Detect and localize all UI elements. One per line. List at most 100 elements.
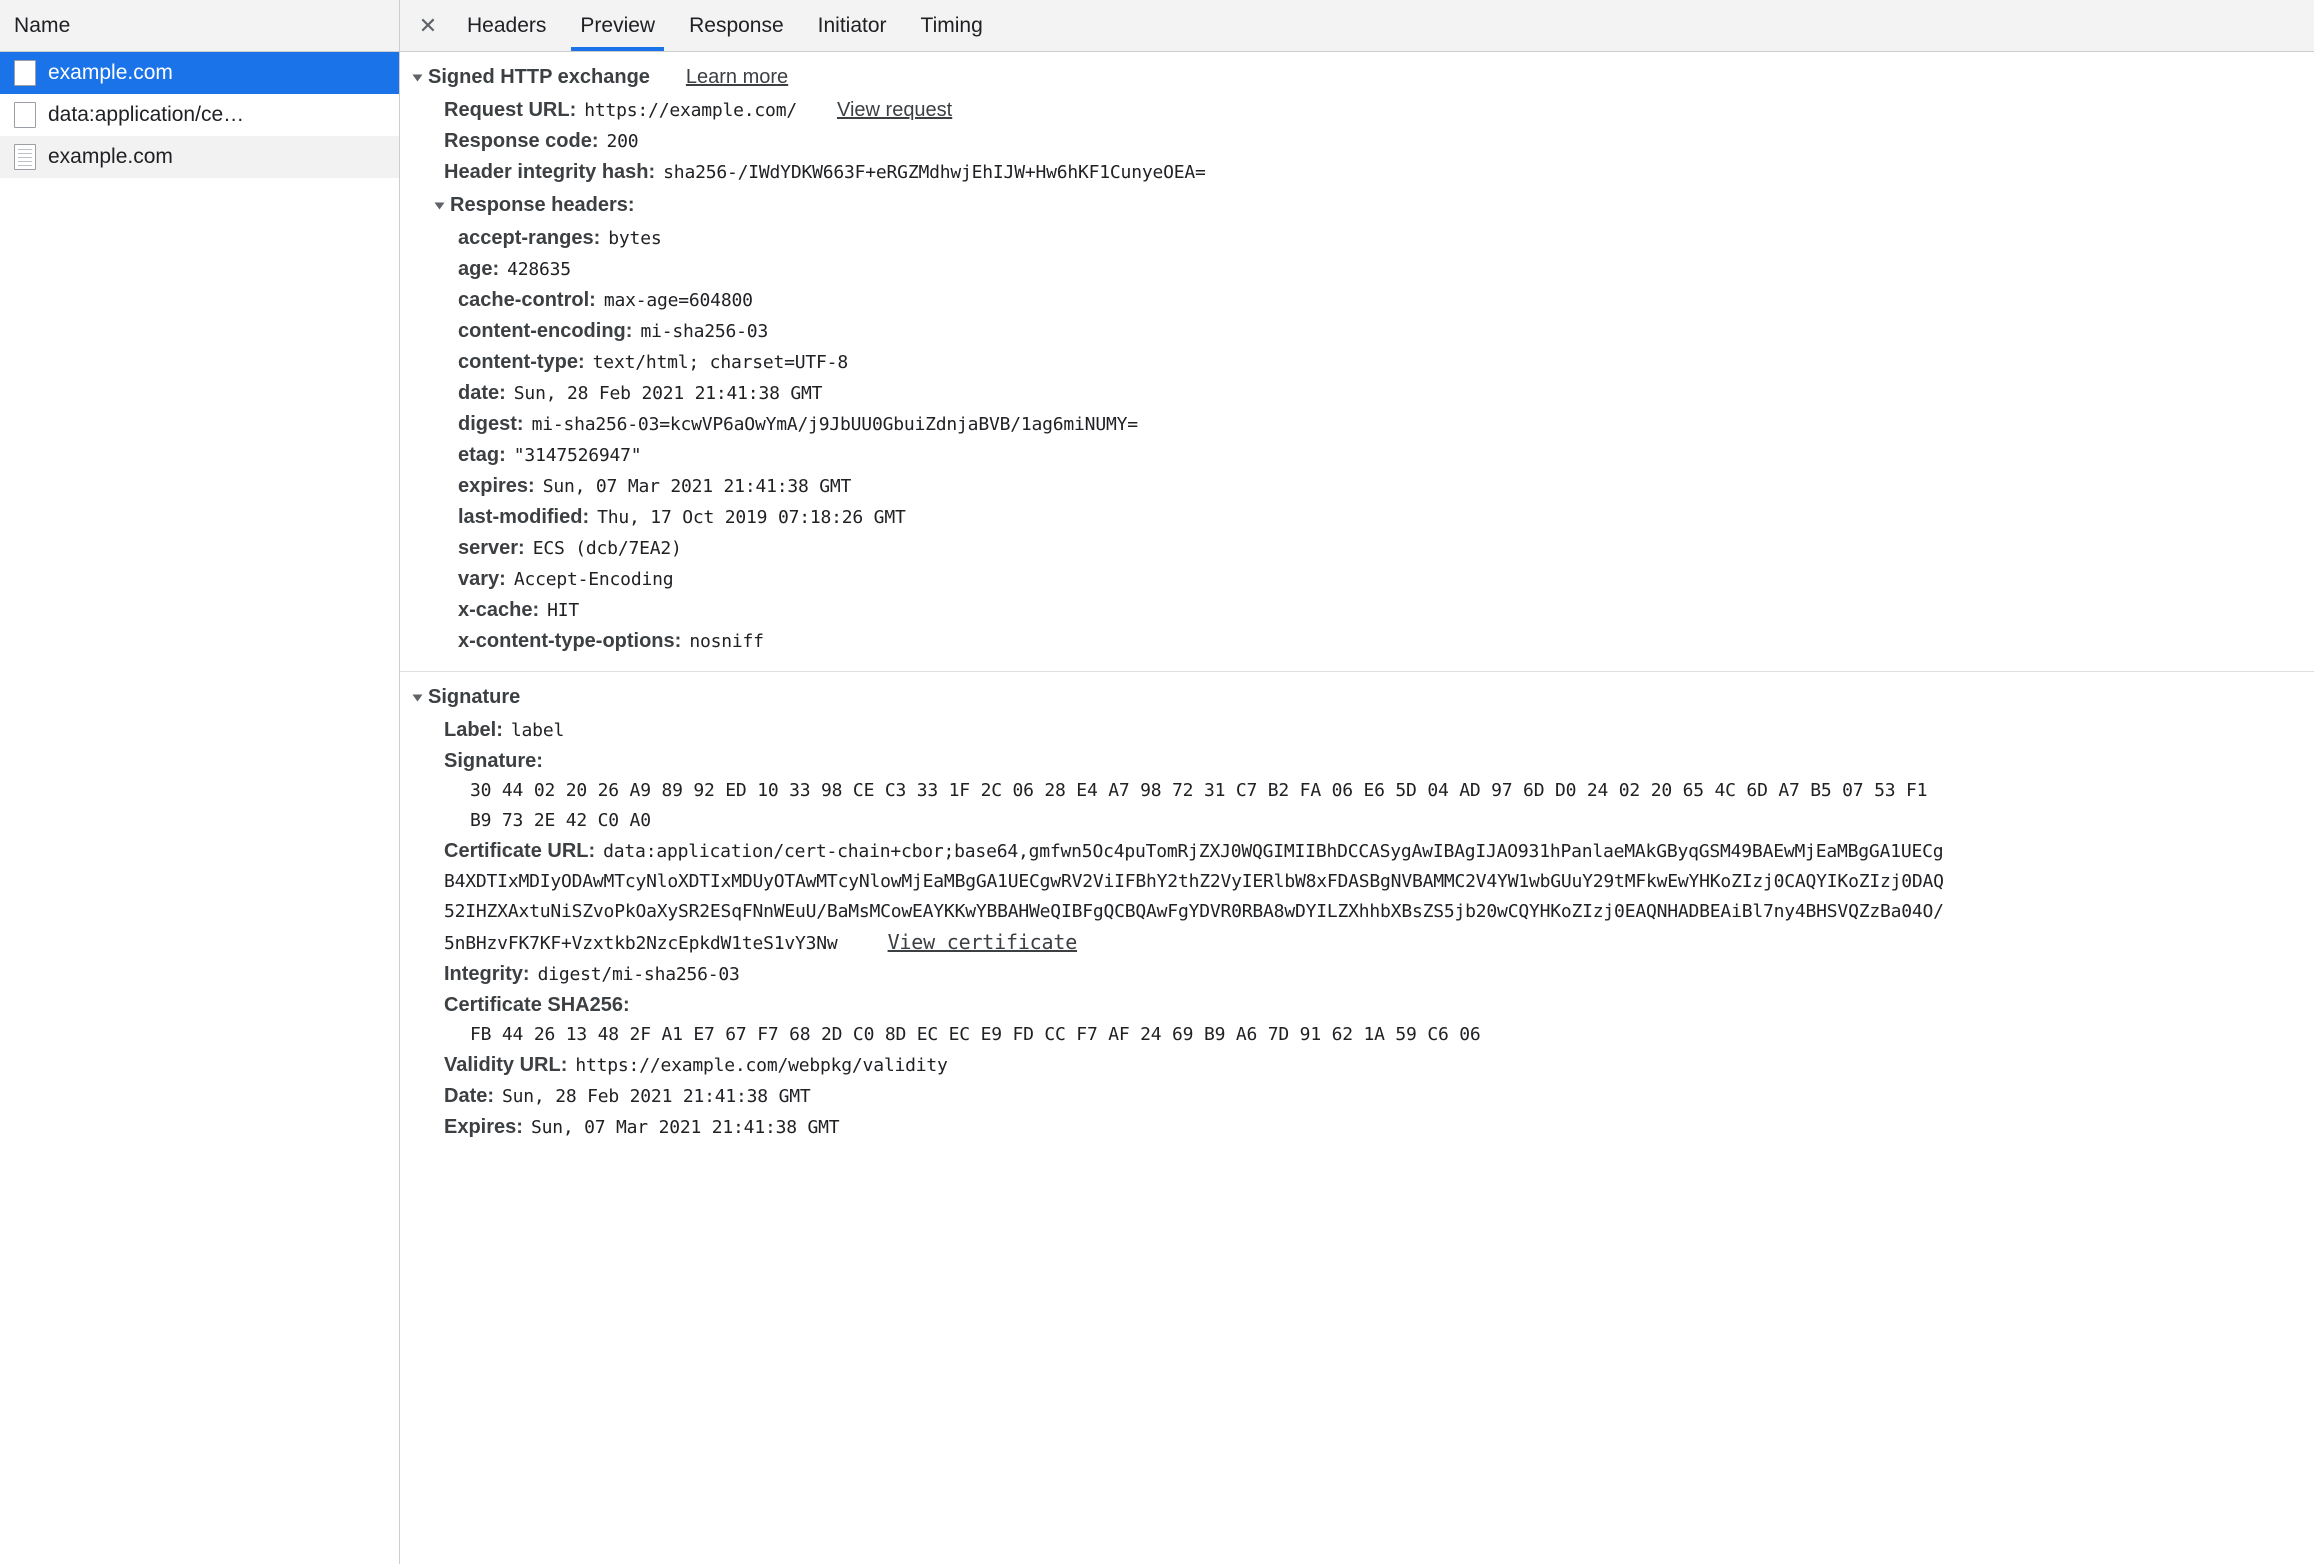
request-url-row: Request URL: https://example.com/ View r… bbox=[400, 95, 2314, 126]
header-name: x-content-type-options: bbox=[458, 630, 682, 652]
header-name: x-cache: bbox=[458, 599, 540, 621]
header-value: max-age=604800 bbox=[603, 290, 753, 311]
blank-document-icon bbox=[14, 102, 36, 128]
certificate-url-cont: 5nBHzvFK7KF+Vzxtkb2NzcEpkdW1teS1vY3Nw bbox=[444, 933, 838, 954]
header-row: content-encoding: mi-sha256-03 bbox=[400, 316, 2314, 347]
date-key: Date: bbox=[444, 1085, 495, 1107]
text-document-icon bbox=[14, 144, 36, 170]
header-integrity-key: Header integrity hash: bbox=[444, 161, 656, 183]
chevron-down-icon[interactable] bbox=[412, 694, 423, 701]
certificate-url-cont: 52IHZXAxtuNiSZvoPkOaXySR2ESqFNnWEuU/BaMs… bbox=[444, 901, 1944, 922]
header-row: cache-control: max-age=604800 bbox=[400, 285, 2314, 316]
response-code-key: Response code: bbox=[444, 130, 599, 152]
list-item-label: data:application/ce… bbox=[48, 103, 245, 126]
signature-header[interactable]: Signature bbox=[400, 672, 2314, 715]
header-name: content-encoding: bbox=[458, 320, 633, 342]
chevron-down-icon[interactable] bbox=[434, 202, 445, 209]
tab-initiator[interactable]: Initiator bbox=[801, 0, 904, 51]
close-icon[interactable]: ✕ bbox=[406, 0, 450, 51]
list-item[interactable]: data:application/ce… bbox=[0, 94, 399, 136]
tab-response[interactable]: Response bbox=[672, 0, 801, 51]
certificate-url-row: Certificate URL: data:application/cert-c… bbox=[400, 836, 2314, 867]
certificate-sha256-bytes: FB 44 26 13 48 2F A1 E7 67 F7 68 2D C0 8… bbox=[470, 1024, 1481, 1045]
certificate-sha256-row: Certificate SHA256: bbox=[400, 990, 2314, 1020]
view-request-link[interactable]: View request bbox=[837, 95, 952, 125]
expires-row: Expires: Sun, 07 Mar 2021 21:41:38 GMT bbox=[400, 1112, 2314, 1143]
header-row: x-cache: HIT bbox=[400, 595, 2314, 626]
header-name: server: bbox=[458, 537, 525, 559]
detail-tabbar: ✕ Headers Preview Response Initiator Tim… bbox=[400, 0, 2314, 52]
section-title: Signed HTTP exchange bbox=[428, 66, 650, 88]
request-list[interactable]: example.com data:application/ce… example… bbox=[0, 52, 399, 1564]
certificate-url-key: Certificate URL: bbox=[444, 840, 596, 862]
header-value: nosniff bbox=[689, 631, 764, 652]
header-row: date: Sun, 28 Feb 2021 21:41:38 GMT bbox=[400, 378, 2314, 409]
header-value: mi-sha256-03 bbox=[640, 321, 769, 342]
list-item[interactable]: example.com bbox=[0, 136, 399, 178]
signed-http-exchange-header[interactable]: Signed HTTP exchange Learn more bbox=[400, 52, 2314, 95]
header-row: last-modified: Thu, 17 Oct 2019 07:18:26… bbox=[400, 502, 2314, 533]
integrity-key: Integrity: bbox=[444, 963, 530, 985]
learn-more-link[interactable]: Learn more bbox=[686, 66, 788, 89]
certificate-url-value: data:application/cert-chain+cbor;base64,… bbox=[603, 841, 1944, 862]
request-list-header: Name bbox=[0, 0, 399, 52]
header-name: age: bbox=[458, 258, 500, 280]
label-key: Label: bbox=[444, 719, 503, 741]
header-name: vary: bbox=[458, 568, 506, 590]
request-list-panel: Name example.com data:application/ce… ex… bbox=[0, 0, 400, 1564]
signature-bytes-line: B9 73 2E 42 C0 A0 bbox=[470, 810, 651, 831]
header-row: digest: mi-sha256-03=kcwVP6aOwYmA/j9JbUU… bbox=[400, 409, 2314, 440]
devtools-network-panel: Name example.com data:application/ce… ex… bbox=[0, 0, 2314, 1564]
integrity-value: digest/mi-sha256-03 bbox=[537, 964, 740, 985]
signature-row: Signature: bbox=[400, 746, 2314, 776]
list-item[interactable]: example.com bbox=[0, 52, 399, 94]
label-row: Label: label bbox=[400, 715, 2314, 746]
header-name: cache-control: bbox=[458, 289, 596, 311]
header-name: etag: bbox=[458, 444, 506, 466]
header-row: x-content-type-options: nosniff bbox=[400, 626, 2314, 657]
tab-timing[interactable]: Timing bbox=[904, 0, 1000, 51]
header-row: age: 428635 bbox=[400, 254, 2314, 285]
expires-value: Sun, 07 Mar 2021 21:41:38 GMT bbox=[530, 1117, 840, 1138]
header-name: accept-ranges: bbox=[458, 227, 601, 249]
expires-key: Expires: bbox=[444, 1116, 523, 1138]
certificate-url-cont: B4XDTIxMDIyODAwMTcyNloXDTIxMDUyOTAwMTcyN… bbox=[444, 871, 1944, 892]
label-value: label bbox=[510, 720, 565, 741]
header-value: text/html; charset=UTF-8 bbox=[592, 352, 848, 373]
integrity-row: Integrity: digest/mi-sha256-03 bbox=[400, 959, 2314, 990]
view-certificate-link[interactable]: View certificate bbox=[888, 927, 1078, 957]
header-value: bytes bbox=[608, 228, 662, 249]
header-value: Sun, 07 Mar 2021 21:41:38 GMT bbox=[542, 476, 852, 497]
header-value: mi-sha256-03=kcwVP6aOwYmA/j9JbUU0GbuiZdn… bbox=[531, 414, 1139, 435]
header-value: "3147526947" bbox=[513, 445, 642, 466]
date-row: Date: Sun, 28 Feb 2021 21:41:38 GMT bbox=[400, 1081, 2314, 1112]
list-item-label: example.com bbox=[48, 145, 173, 168]
header-row: etag: "3147526947" bbox=[400, 440, 2314, 471]
list-item-label: example.com bbox=[48, 61, 173, 84]
signature-section: Signature Label: label Signature: 30 44 … bbox=[400, 672, 2314, 1143]
chevron-down-icon[interactable] bbox=[412, 74, 423, 81]
header-row: expires: Sun, 07 Mar 2021 21:41:38 GMT bbox=[400, 471, 2314, 502]
header-row: server: ECS (dcb/7EA2) bbox=[400, 533, 2314, 564]
tab-headers[interactable]: Headers bbox=[450, 0, 563, 51]
preview-content: Signed HTTP exchange Learn more Request … bbox=[400, 52, 2314, 1564]
header-integrity-row: Header integrity hash: sha256-/IWdYDKW66… bbox=[400, 157, 2314, 188]
validity-url-key: Validity URL: bbox=[444, 1054, 568, 1076]
certificate-sha256-key: Certificate SHA256: bbox=[444, 994, 630, 1016]
response-headers-header[interactable]: Response headers: bbox=[400, 188, 2314, 223]
header-name: date: bbox=[458, 382, 506, 404]
response-code-value: 200 bbox=[606, 131, 639, 152]
request-url-key: Request URL: bbox=[444, 99, 577, 121]
request-detail-panel: ✕ Headers Preview Response Initiator Tim… bbox=[400, 0, 2314, 1564]
signed-http-exchange-section: Signed HTTP exchange Learn more Request … bbox=[400, 52, 2314, 672]
column-header-name: Name bbox=[14, 13, 71, 37]
tab-preview[interactable]: Preview bbox=[563, 0, 672, 51]
header-value: Accept-Encoding bbox=[513, 569, 674, 590]
response-code-row: Response code: 200 bbox=[400, 126, 2314, 157]
header-name: expires: bbox=[458, 475, 535, 497]
request-url-value: https://example.com/ bbox=[584, 100, 797, 121]
header-value: ECS (dcb/7EA2) bbox=[532, 538, 682, 559]
validity-url-value: https://example.com/webpkg/validity bbox=[575, 1055, 948, 1076]
date-value: Sun, 28 Feb 2021 21:41:38 GMT bbox=[502, 1086, 811, 1107]
header-value: Sun, 28 Feb 2021 21:41:38 GMT bbox=[513, 383, 823, 404]
